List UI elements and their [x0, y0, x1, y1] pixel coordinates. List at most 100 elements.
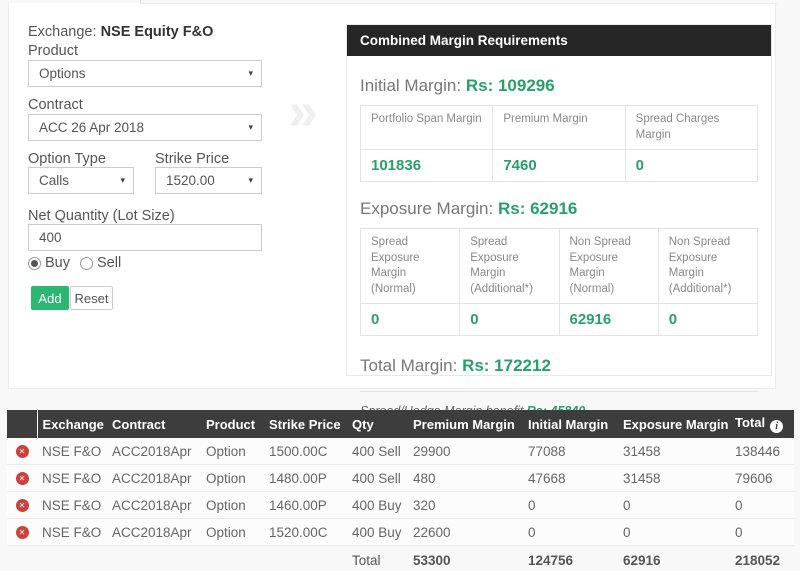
total-margin-value: Rs: 172212	[462, 356, 551, 375]
breakdown-column-label: Portfolio Span Margin	[361, 106, 493, 150]
total-total: 218052	[730, 546, 794, 571]
breakdown-column-value: 0	[658, 304, 757, 336]
contract-select[interactable]: ACC 26 Apr 2018 ▾	[28, 114, 262, 141]
option-type-select[interactable]: Calls ▾	[28, 167, 134, 194]
breakdown-column-label: Spread Charges Margin	[625, 106, 757, 150]
margin-calculator-page: Exchange: NSE Equity F&O Product Options…	[0, 0, 800, 571]
table-cell	[201, 546, 264, 571]
table-cell: 47668	[523, 465, 618, 492]
exchange-line: Exchange: NSE Equity F&O	[28, 24, 213, 40]
table-total-row: Total5330012475662916218052	[7, 546, 794, 571]
breakdown-column-label: Spread Exposure Margin (Normal)	[361, 229, 460, 304]
table-cell	[37, 546, 107, 571]
exposure-margin-value: Rs: 62916	[498, 199, 577, 218]
table-cell: 1520.00C	[264, 519, 347, 546]
table-cell: Option	[201, 465, 264, 492]
column-header: Exposure Margin	[618, 410, 730, 438]
delete-cell: ✕	[7, 519, 37, 546]
buy-radio-label: Buy	[45, 255, 70, 271]
sell-radio-label: Sell	[97, 255, 121, 271]
quantity-input[interactable]: 400	[28, 224, 262, 251]
table-cell: ACC2018Apr	[107, 465, 201, 492]
product-label: Product	[28, 43, 78, 59]
double-chevron-icon: »	[288, 84, 318, 138]
exposure-margin-label: Exposure Margin:	[360, 199, 493, 218]
total-initial-margin: 124756	[523, 546, 618, 571]
table-cell: 400 Sell	[347, 465, 408, 492]
table-cell: 1460.00P	[264, 492, 347, 519]
exchange-label: Exchange:	[28, 24, 97, 40]
strike-selected-value: 1520.00	[166, 173, 215, 188]
column-header: Qty	[347, 410, 408, 438]
breakdown-column-label: Premium Margin	[493, 106, 625, 150]
strike-price-select[interactable]: 1520.00 ▾	[155, 167, 262, 194]
table-cell: 0	[618, 492, 730, 519]
panel-top-border	[140, 3, 777, 4]
table-cell: 0	[730, 519, 794, 546]
column-header: Totali	[730, 410, 794, 438]
positions-table-header-row: ExchangeContractProductStrike PriceQtyPr…	[7, 410, 794, 438]
product-select[interactable]: Options ▾	[28, 60, 262, 87]
table-cell: 138446	[730, 438, 794, 465]
exchange-value: NSE Equity F&O	[101, 24, 214, 40]
initial-margin-label: Initial Margin:	[360, 76, 461, 95]
breakdown-column-label: Non Spread Exposure Margin (Normal)	[559, 229, 658, 304]
initial-margin-heading: Initial Margin: Rs: 109296	[360, 76, 758, 96]
table-cell: 400 Sell	[347, 438, 408, 465]
table-cell: 1480.00P	[264, 465, 347, 492]
breakdown-header-row: Spread Exposure Margin (Normal)Spread Ex…	[361, 229, 758, 304]
buy-radio[interactable]	[28, 257, 41, 270]
column-header: Premium Margin	[408, 410, 523, 438]
breakdown-column-value: 0	[460, 304, 559, 336]
quantity-label: Net Quantity (Lot Size)	[28, 208, 175, 224]
breakdown-value-row: 00629160	[361, 304, 758, 336]
chevron-down-icon: ▾	[248, 67, 253, 78]
table-row: ✕NSE F&OACC2018AprOption1460.00P400 Buy3…	[7, 492, 794, 519]
table-row: ✕NSE F&OACC2018AprOption1520.00C400 Buy2…	[7, 519, 794, 546]
breakdown-column-label: Spread Exposure Margin (Additional*)	[460, 229, 559, 304]
table-cell: 0	[618, 519, 730, 546]
table-cell: 0	[730, 492, 794, 519]
delete-row-button[interactable]: ✕	[16, 526, 29, 539]
table-cell: Option	[201, 492, 264, 519]
initial-margin-breakdown-table: Portfolio Span MarginPremium MarginSprea…	[360, 105, 758, 182]
contract-selected-value: ACC 26 Apr 2018	[39, 120, 144, 135]
table-cell	[107, 546, 201, 571]
breakdown-column-value: 0	[625, 150, 757, 182]
total-premium-margin: 53300	[408, 546, 523, 571]
add-button[interactable]: Add	[31, 286, 69, 310]
table-row: ✕NSE F&OACC2018AprOption1500.00C400 Sell…	[7, 438, 794, 465]
delete-cell: ✕	[7, 465, 37, 492]
delete-row-button[interactable]: ✕	[16, 499, 29, 512]
breakdown-column-value: 62916	[559, 304, 658, 336]
table-cell: 320	[408, 492, 523, 519]
reset-button[interactable]: Reset	[70, 286, 113, 310]
option-type-selected-value: Calls	[39, 173, 69, 188]
card-divider	[360, 391, 758, 392]
table-cell: NSE F&O	[37, 465, 107, 492]
breakdown-header-row: Portfolio Span MarginPremium MarginSprea…	[361, 106, 758, 150]
total-margin-label: Total Margin:	[360, 356, 457, 375]
chevron-down-icon: ▾	[248, 174, 253, 185]
total-exposure-margin: 62916	[618, 546, 730, 571]
sell-radio[interactable]	[80, 257, 93, 270]
exposure-margin-heading: Exposure Margin: Rs: 62916	[360, 199, 758, 219]
active-tab-edge	[140, 0, 141, 3]
card-title: Combined Margin Requirements	[347, 25, 771, 56]
option-type-label: Option Type	[28, 151, 106, 167]
delete-column-header	[7, 410, 37, 438]
table-cell: 79606	[730, 465, 794, 492]
contract-label: Contract	[28, 97, 83, 113]
table-cell: NSE F&O	[37, 438, 107, 465]
delete-row-button[interactable]: ✕	[16, 445, 29, 458]
buy-sell-radio-group: Buy Sell	[28, 255, 121, 271]
breakdown-column-value: 101836	[361, 150, 493, 182]
table-cell: ACC2018Apr	[107, 492, 201, 519]
initial-margin-value: Rs: 109296	[466, 76, 555, 95]
delete-row-button[interactable]: ✕	[16, 472, 29, 485]
info-icon[interactable]: i	[770, 420, 783, 433]
table-cell: 480	[408, 465, 523, 492]
column-header: Strike Price	[264, 410, 347, 438]
product-selected-value: Options	[39, 66, 86, 81]
delete-cell	[7, 546, 37, 571]
